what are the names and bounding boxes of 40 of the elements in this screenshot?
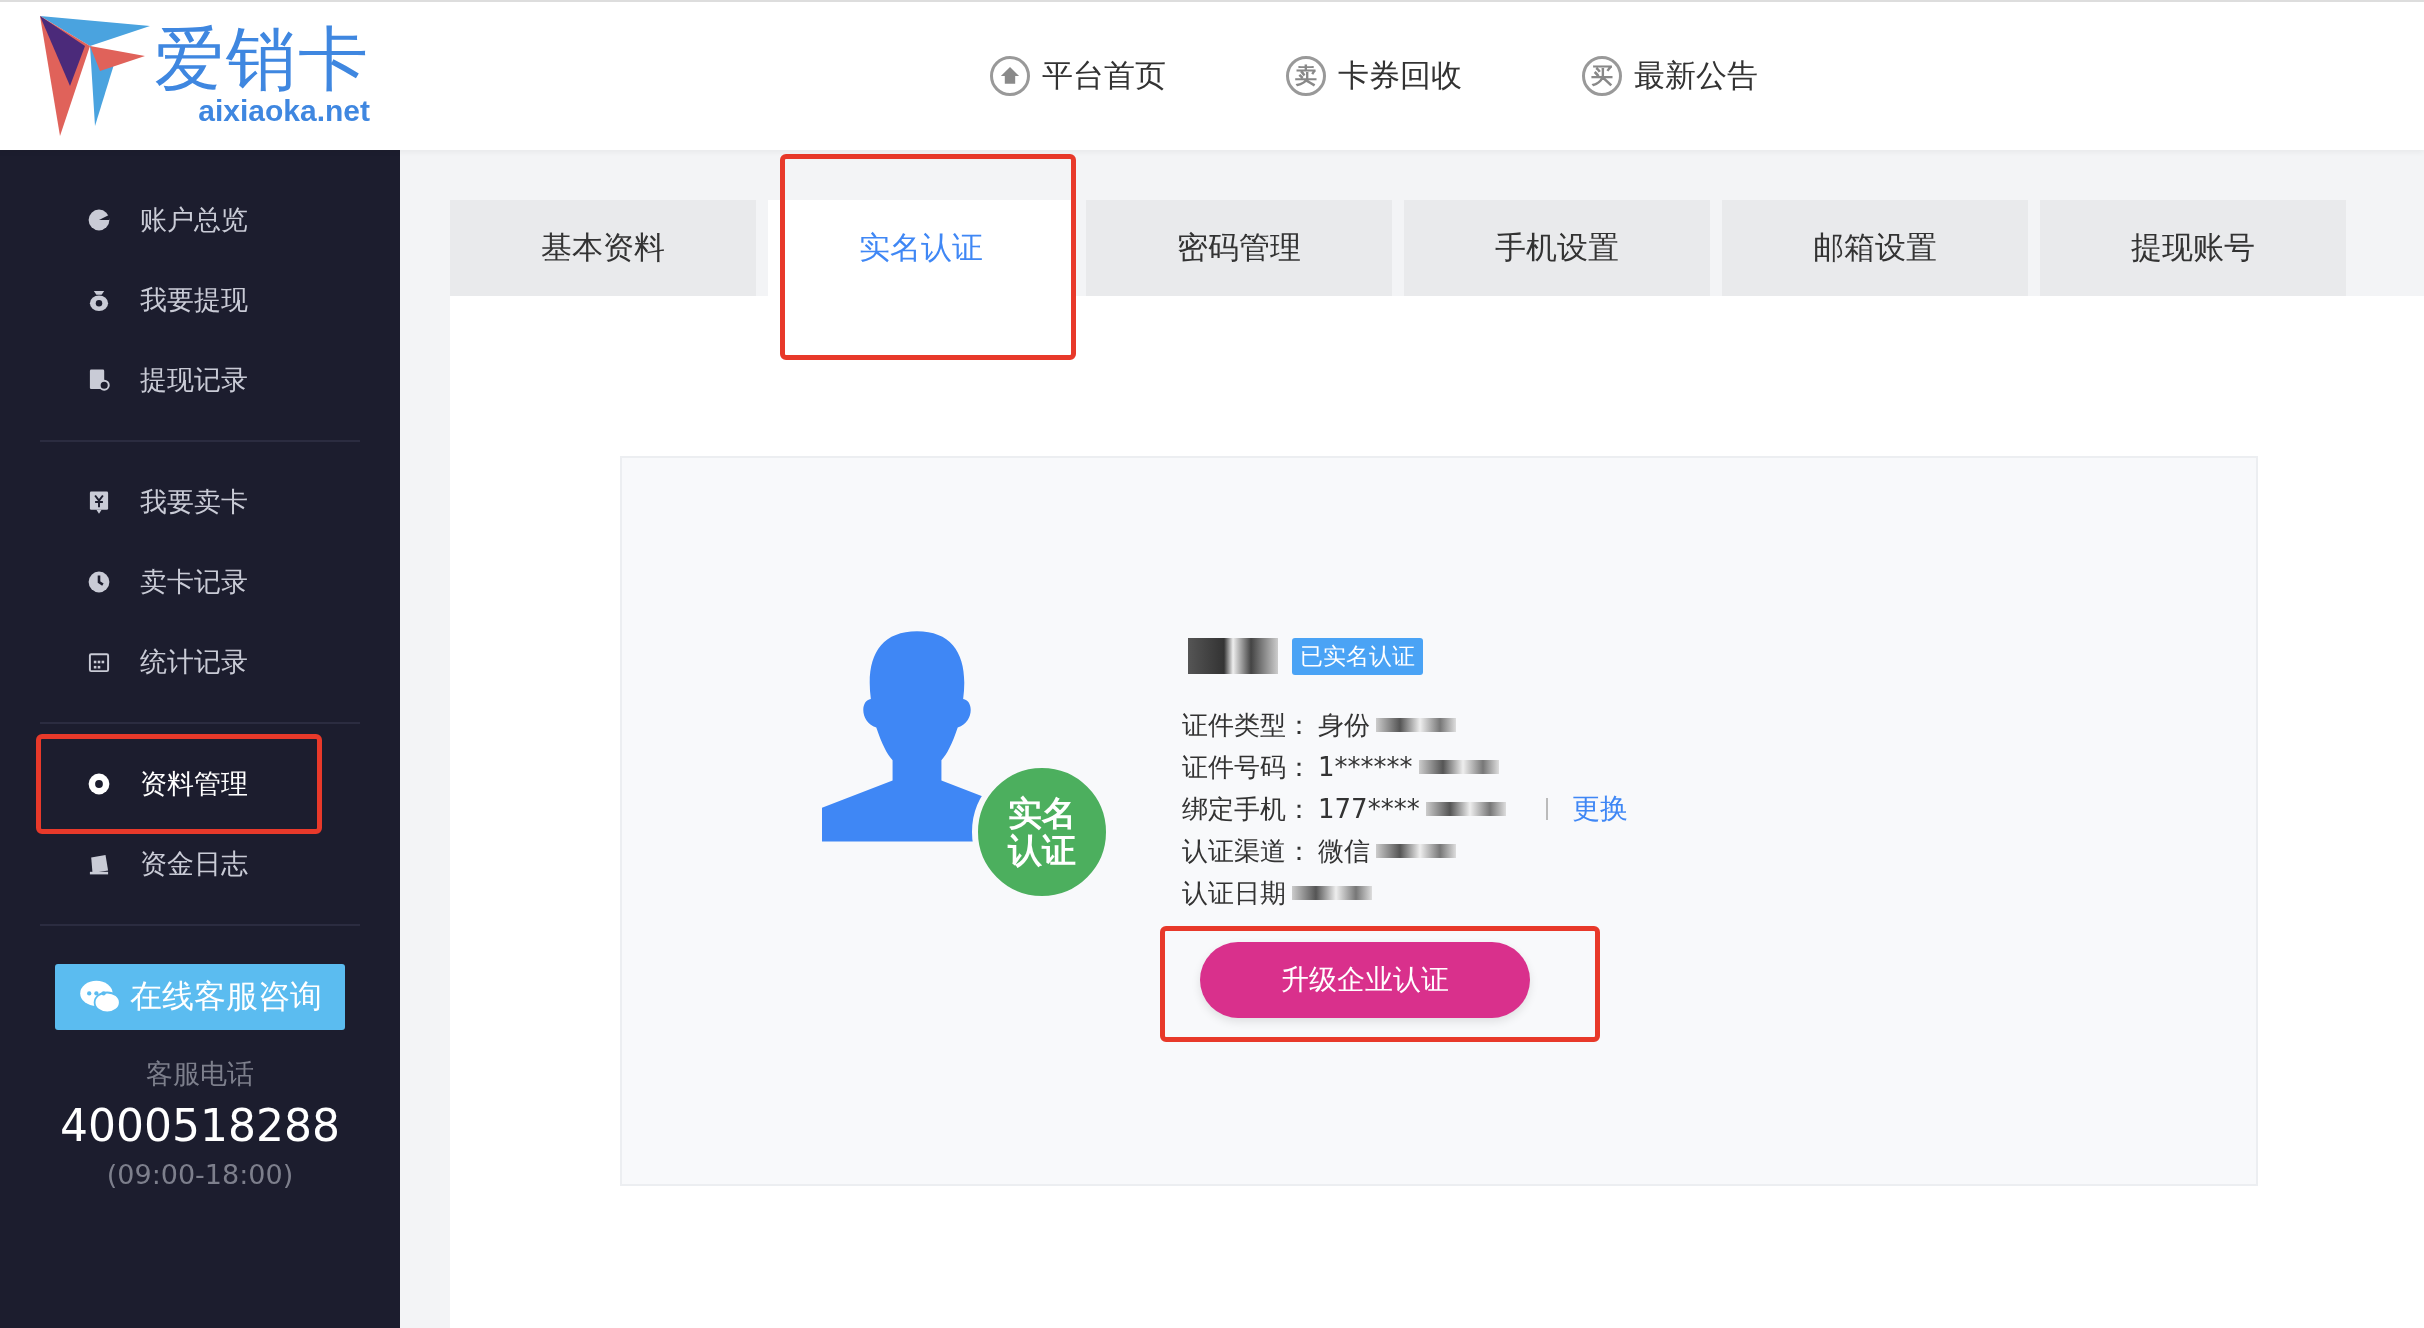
nav-link[interactable]: 卖 卡券回收 — [1286, 55, 1462, 97]
phone-label: 客服电话 — [146, 1057, 254, 1091]
sidebar-item[interactable]: 资料管理 — [0, 744, 400, 824]
tab[interactable]: 实名认证 — [768, 200, 1074, 296]
circle-glyph-icon: 卖 — [1286, 56, 1326, 96]
field-label: 证件类型： — [1182, 708, 1312, 742]
clock-icon — [86, 569, 112, 595]
home-icon — [990, 56, 1030, 96]
field-label: 证件号码： — [1182, 750, 1312, 784]
phone-number: 4000518288 — [60, 1100, 340, 1151]
field-label: 绑定手机： — [1182, 792, 1312, 826]
service-hours: (09:00-18:00) — [106, 1159, 294, 1190]
tab[interactable]: 提现账号 — [2040, 200, 2346, 296]
field-value: 微信 — [1318, 834, 1370, 868]
tab[interactable]: 手机设置 — [1404, 200, 1710, 296]
tab[interactable]: 邮箱设置 — [1722, 200, 2028, 296]
sidebar-item[interactable]: 提现记录 — [0, 340, 400, 420]
field-value: 1****** — [1318, 752, 1413, 782]
sidebar-item[interactable]: 卖卡记录 — [0, 542, 400, 622]
logo-domain: aixiaoka.net — [198, 94, 370, 128]
sidebar-item[interactable]: 资金日志 — [0, 824, 400, 904]
tab[interactable]: 密码管理 — [1086, 200, 1392, 296]
sidebar-item[interactable]: 统计记录 — [0, 622, 400, 702]
sidebar-item[interactable]: 我要提现 — [0, 260, 400, 340]
upgrade-button[interactable]: 升级企业认证 — [1200, 942, 1530, 1018]
logo-icon — [40, 16, 150, 136]
field-value: 177**** — [1318, 794, 1420, 824]
field-value: 身份 — [1318, 708, 1370, 742]
field-label: 认证渠道： — [1182, 834, 1312, 868]
logo-name: 爱销卡 — [154, 24, 370, 94]
field-label: 认证日期 — [1182, 876, 1286, 910]
verified-badge: 已实名认证 — [1292, 637, 1423, 675]
nav-link[interactable]: 买 最新公告 — [1582, 55, 1758, 97]
tab[interactable]: 基本资料 — [450, 200, 756, 296]
sidebar-item[interactable]: 账户总览 — [0, 180, 400, 260]
sidebar-item[interactable]: 我要卖卡 — [0, 462, 400, 542]
nav-link[interactable]: 平台首页 — [990, 55, 1166, 97]
chat-bubbles-icon — [78, 979, 122, 1015]
circle-glyph-icon: 买 — [1582, 56, 1622, 96]
pie-icon — [86, 207, 112, 233]
